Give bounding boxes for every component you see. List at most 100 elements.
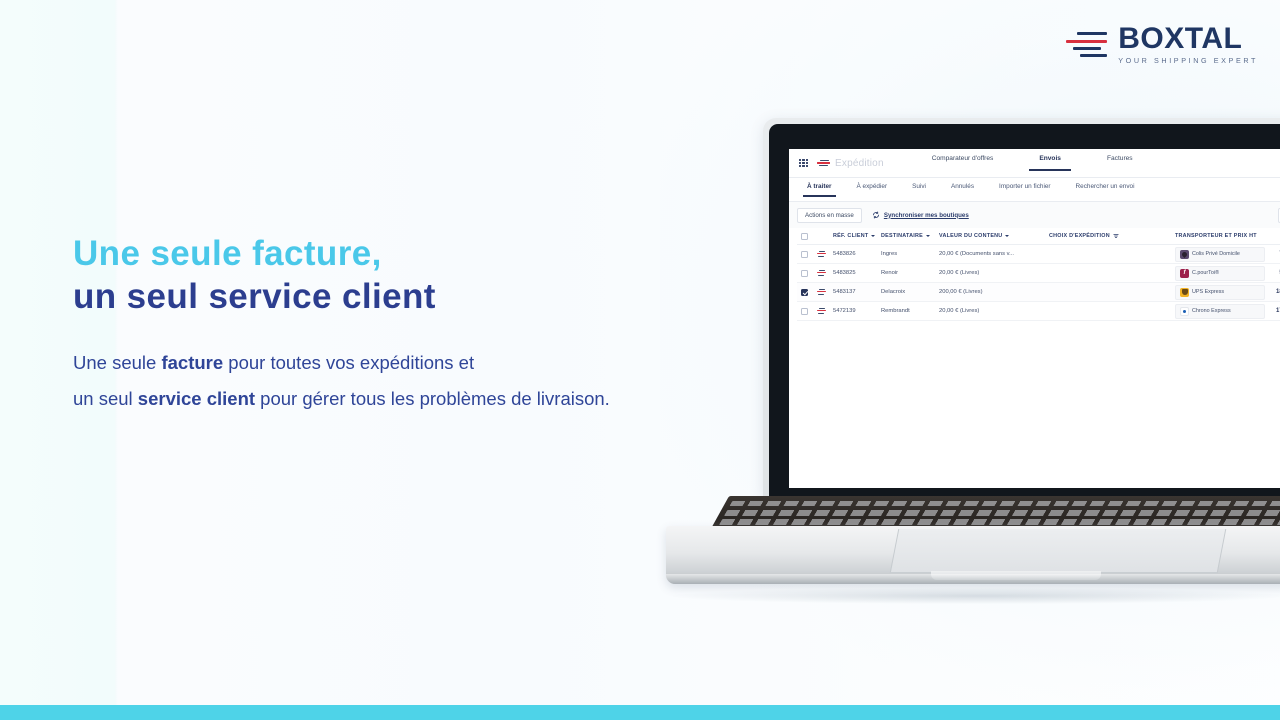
table-empty-space — [797, 321, 1280, 411]
chevron-down-icon — [926, 235, 931, 237]
boxtal-logo: BOXTAL YOUR SHIPPING EXPERT — [1065, 24, 1258, 64]
para1-post: pour toutes vos expéditions et — [223, 351, 475, 373]
keyboard-keys — [715, 499, 1280, 532]
boxtal-app: Expédition Comparateur d'offres Envois F… — [789, 149, 1280, 488]
cpourtoi-logo-icon: f — [1180, 268, 1189, 278]
laptop-trackpad — [889, 529, 1227, 573]
cell-prix: 7,12 — [1265, 251, 1280, 257]
subtab-suivi[interactable]: Suivi — [912, 183, 926, 197]
para2-bold: service client — [137, 387, 256, 409]
sync-shops-control[interactable]: Synchroniser mes boutiques — [872, 211, 969, 219]
table-row[interactable]: 5483826 Ingres 20,00 € (Documents sans v… — [797, 245, 1280, 264]
carrier-chip[interactable]: Colis Privé Domicile — [1175, 246, 1265, 262]
colis-prive-logo-icon — [1180, 249, 1189, 259]
carrier-chip[interactable]: f C.pourToi® — [1175, 265, 1265, 281]
para2-post: pour gérer tous les problèmes de livrais… — [255, 387, 610, 409]
para2-pre: un seul — [73, 387, 138, 409]
headline: Une seule facture, un seul service clien… — [73, 232, 713, 319]
shipment-type-icon — [817, 251, 826, 258]
ups-logo-icon — [1180, 287, 1189, 297]
row-checkbox[interactable] — [801, 288, 808, 296]
chevron-down-icon — [871, 235, 876, 237]
subtab-a-expedier[interactable]: À expédier — [857, 183, 888, 197]
sync-icon — [872, 211, 879, 219]
cell-ref-client: 5483825 — [833, 270, 856, 276]
laptop-base — [666, 496, 1280, 592]
cell-destinataire: Rembrandt — [881, 308, 910, 314]
shipments-table: RÉF. CLIENT DESTINATAIRE VALEUR DU CONTE… — [789, 228, 1280, 411]
cell-valeur-contenu: 200,00 € (Livres) — [939, 289, 983, 295]
subtab-annules[interactable]: Annulés — [951, 183, 974, 197]
boxtal-logo-text: BOXTAL YOUR SHIPPING EXPERT — [1118, 22, 1258, 65]
cell-transporteur[interactable]: Colis Privé Domicile — [1175, 246, 1265, 262]
carrier-name: C.pourToi® — [1192, 270, 1220, 276]
sync-shops-link[interactable]: Synchroniser mes boutiques — [884, 212, 969, 219]
subtab-a-traiter[interactable]: À traiter — [803, 183, 835, 197]
cell-prix: 18,78 — [1275, 289, 1280, 295]
tab-envois[interactable]: Envois — [1029, 155, 1071, 171]
laptop-bezel: Expédition Comparateur d'offres Envois F… — [769, 124, 1280, 498]
cell-valeur-contenu: 20,00 € (Documents sans v... — [939, 251, 1014, 257]
carrier-name: Colis Privé Domicile — [1192, 251, 1240, 257]
chevron-down-icon — [1005, 235, 1010, 237]
cell-destinataire: Delacroix — [881, 289, 906, 295]
hero-paragraph-line-1: Une seule facture pour toutes vos expédi… — [73, 345, 713, 381]
hero-paragraph-line-2: un seul service client pour gérer tous l… — [73, 381, 713, 417]
table-row[interactable]: 5472139 Rembrandt 20,00 € (Livres) Chron… — [797, 302, 1280, 321]
laptop-lid: Expédition Comparateur d'offres Envois F… — [763, 118, 1280, 498]
para1-bold: facture — [161, 351, 224, 373]
app-brand-label: Expédition — [835, 157, 884, 169]
row-checkbox[interactable] — [801, 307, 808, 315]
cell-prix: 17,52 — [1275, 308, 1280, 314]
app-toolbar: Actions en masse Synchroniser mes boutiq… — [789, 202, 1280, 228]
chronopost-logo-icon — [1180, 306, 1189, 316]
cell-valeur-contenu: 20,00 € (Livres) — [939, 270, 980, 276]
carrier-chip[interactable]: Chrono Express — [1175, 303, 1265, 319]
select-all-cell[interactable] — [801, 232, 817, 240]
select-all-checkbox[interactable] — [801, 232, 808, 240]
column-header-destinataire[interactable]: DESTINATAIRE — [881, 233, 939, 239]
table-row[interactable]: 5483137 Delacroix 200,00 € (Livres) UPS … — [797, 283, 1280, 302]
cell-ref-client: 5483826 — [833, 251, 856, 257]
hero-copy: Une seule facture, un seul service clien… — [73, 232, 713, 417]
bottom-accent-bar — [0, 705, 1280, 720]
subtab-importer-fichier[interactable]: Importer un fichier — [999, 183, 1051, 197]
logo-wordmark: BOXTAL — [1118, 22, 1243, 55]
column-header-transporteur-prix: TRANSPORTEUR ET PRIX HT — [1175, 233, 1257, 239]
subtab-rechercher-envoi[interactable]: Rechercher un envoi — [1076, 183, 1135, 197]
bulk-actions-button[interactable]: Actions en masse — [797, 207, 862, 223]
app-top-tabs: Comparateur d'offres Envois Factures — [932, 155, 1133, 171]
laptop-front-notch — [931, 571, 1101, 580]
tab-factures[interactable]: Factures — [1107, 155, 1133, 171]
cell-ref-client: 5472139 — [833, 308, 856, 314]
cell-destinataire: Ingres — [881, 251, 898, 257]
shipment-type-icon — [817, 289, 826, 296]
row-checkbox[interactable] — [801, 269, 808, 277]
carrier-chip[interactable]: UPS Express — [1175, 284, 1265, 300]
column-header-valeur-contenu[interactable]: VALEUR DU CONTENU — [939, 233, 1049, 239]
boxtal-logo-mark-icon — [1065, 29, 1109, 59]
laptop-palmrest — [666, 526, 1280, 584]
table-row[interactable]: 5483825 Renoir 20,00 € (Livres) f C.pour… — [797, 264, 1280, 283]
laptop-mockup: Expédition Comparateur d'offres Envois F… — [663, 118, 1280, 618]
laptop-screen: Expédition Comparateur d'offres Envois F… — [789, 149, 1280, 488]
column-header-choix-expedition[interactable]: CHOIX D'EXPÉDITION — [1049, 233, 1175, 239]
logo-tagline: YOUR SHIPPING EXPERT — [1118, 56, 1258, 65]
headline-line-1: Une seule facture, — [73, 234, 382, 273]
cell-transporteur[interactable]: UPS Express — [1175, 284, 1265, 300]
cell-destinataire: Renoir — [881, 270, 899, 276]
carrier-name: UPS Express — [1192, 289, 1225, 295]
para1-pre: Une seule — [73, 351, 162, 373]
laptop-shadow — [673, 588, 1280, 604]
row-checkbox[interactable] — [801, 250, 808, 258]
cell-prix: 5,15 — [1265, 270, 1280, 276]
cell-transporteur[interactable]: f C.pourToi® — [1175, 265, 1265, 281]
tab-comparateur-offres[interactable]: Comparateur d'offres — [932, 155, 994, 171]
carrier-name: Chrono Express — [1192, 308, 1231, 314]
column-header-ref-client[interactable]: RÉF. CLIENT — [833, 233, 881, 239]
boxtal-mini-logo-icon — [817, 159, 830, 168]
app-top-navigation: Expédition Comparateur d'offres Envois F… — [789, 149, 1280, 178]
cell-transporteur[interactable]: Chrono Express — [1175, 303, 1265, 319]
app-grid-icon[interactable] — [799, 158, 808, 168]
cell-valeur-contenu: 20,00 € (Livres) — [939, 308, 980, 314]
